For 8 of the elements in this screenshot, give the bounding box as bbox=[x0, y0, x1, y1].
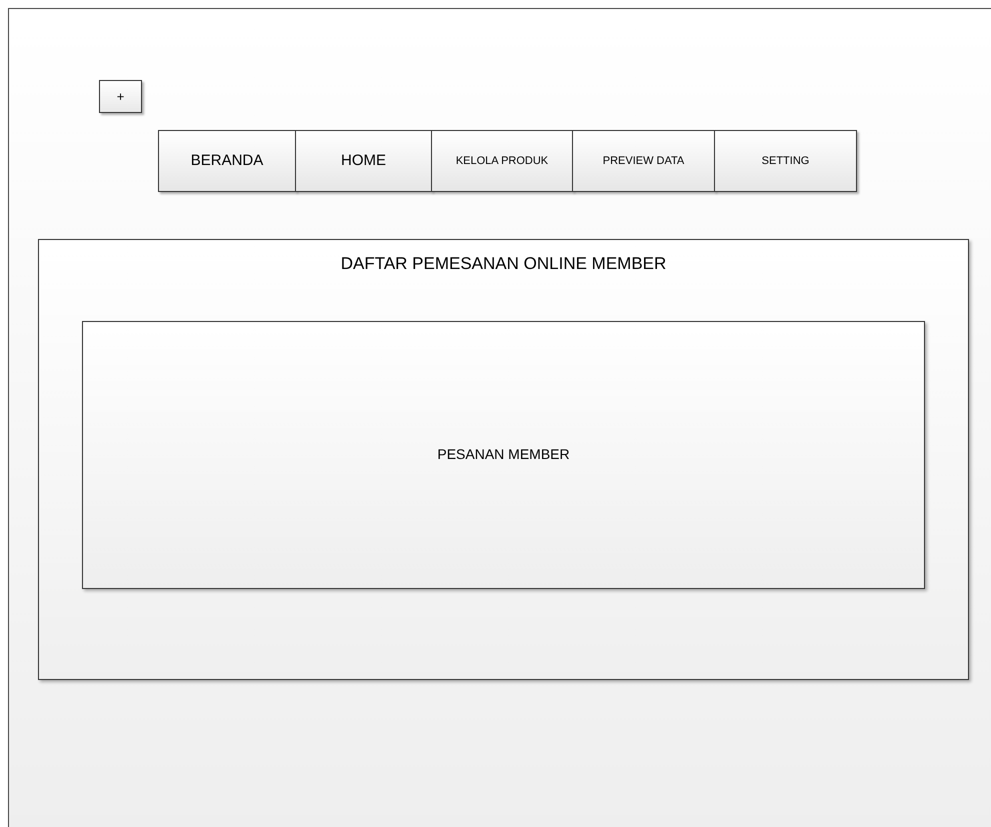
nav-tab[interactable]: HOME bbox=[295, 130, 432, 192]
orders-label: PESANAN MEMBER bbox=[437, 445, 570, 464]
nav-tab[interactable]: BERANDA bbox=[158, 130, 296, 192]
add-button[interactable]: + bbox=[99, 80, 142, 113]
nav-tab[interactable]: KELOLA PRODUK bbox=[431, 130, 573, 192]
panel-title: DAFTAR PEMESANAN ONLINE MEMBER bbox=[340, 253, 666, 275]
nav-tab[interactable]: SETTING bbox=[714, 130, 857, 192]
nav-tab[interactable]: PREVIEW DATA bbox=[572, 130, 715, 192]
